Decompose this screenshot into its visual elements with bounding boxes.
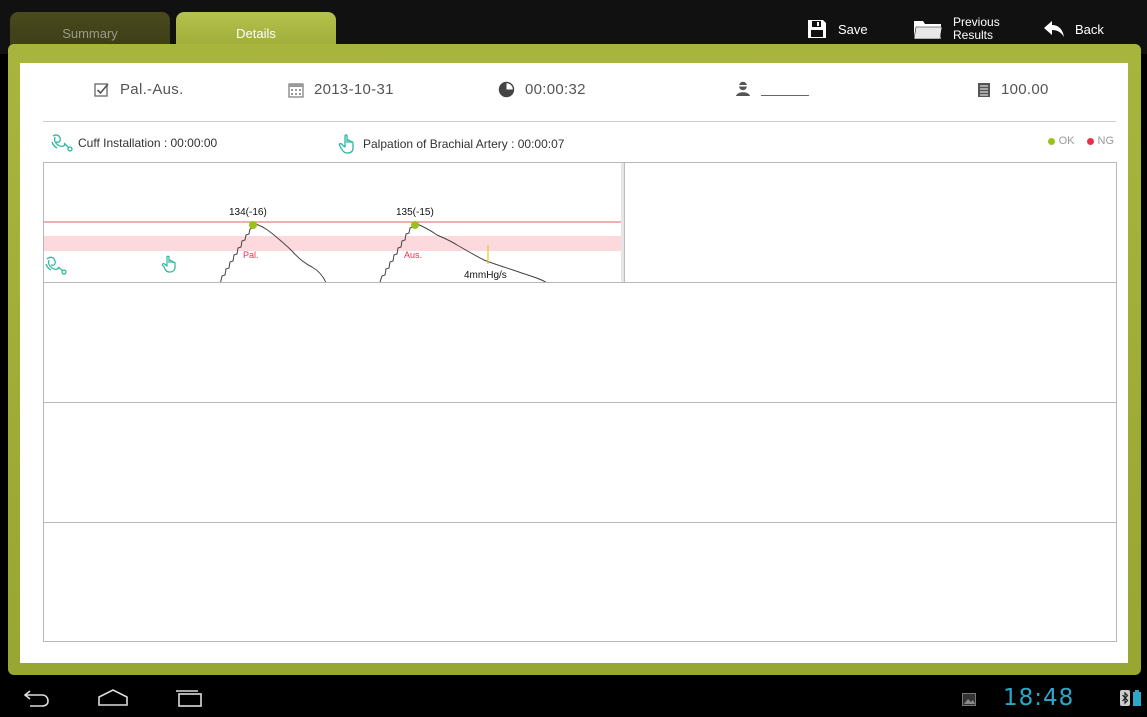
- date-item: 2013-10-31: [288, 81, 394, 98]
- document-icon: [978, 82, 990, 97]
- clock-icon: [498, 81, 515, 98]
- pal-marker-label: Pal.: [243, 250, 259, 260]
- calendar-icon: [288, 82, 304, 98]
- marker-point-2: [411, 221, 419, 229]
- previous-results-label: Previous Results: [953, 16, 1015, 42]
- home-nav-icon[interactable]: [97, 688, 129, 708]
- palpation-status: Palpation of Brachial Artery : 00:00:07: [337, 133, 564, 155]
- examiner-value: [761, 94, 809, 96]
- score-item: 100.00: [977, 81, 1049, 98]
- back-button[interactable]: Back: [1043, 12, 1104, 46]
- row-divider: [44, 522, 1116, 523]
- recent-apps-nav-icon[interactable]: [173, 688, 205, 708]
- previous-results-button[interactable]: Previous Results: [913, 12, 1015, 46]
- score-value: 100.00: [1001, 81, 1049, 98]
- back-nav-icon[interactable]: [22, 688, 52, 708]
- target-band: [44, 236, 622, 251]
- rate-label: 4mmHg/s: [464, 270, 507, 281]
- back-label: Back: [1075, 21, 1104, 37]
- legend-ng: NG: [1097, 135, 1115, 147]
- folder-icon: [913, 21, 943, 40]
- legend-ok: OK: [1058, 135, 1075, 147]
- cuff-installation-text: Cuff Installation : 00:00:00: [78, 136, 218, 150]
- save-label: Save: [838, 21, 868, 37]
- save-button[interactable]: Save: [806, 12, 868, 46]
- elapsed-time-value: 00:00:32: [525, 81, 586, 98]
- previous-label-line1: Previous: [953, 15, 1000, 29]
- pressure-chart: 134(-16) 135(-15) Pal. Aus. 4mmHg/s: [44, 163, 622, 283]
- system-nav-bar: 18:48: [0, 680, 1147, 717]
- palpation-text: Palpation of Brachial Artery : 00:00:07: [363, 137, 565, 151]
- details-panel: Pal.-Aus. 2013-10-31 00:00:32 100.00 Cuf…: [20, 63, 1128, 663]
- annotation-label-2: 135(-15): [396, 207, 434, 218]
- marker-point-1: [249, 221, 257, 229]
- previous-label-line2: Results: [953, 28, 994, 42]
- chart-cuff-icon: [45, 256, 67, 275]
- waveform-grid: 134(-16) 135(-15) Pal. Aus. 4mmHg/s: [43, 162, 1117, 642]
- mode-item[interactable]: Pal.-Aus.: [94, 81, 184, 98]
- chart-hand-icon: [161, 255, 176, 273]
- ng-dot: [1086, 137, 1094, 145]
- checkbox-icon[interactable]: [94, 82, 110, 98]
- elapsed-time-item: 00:00:32: [498, 81, 586, 98]
- date-value: 2013-10-31: [314, 81, 394, 98]
- save-icon: [808, 20, 826, 38]
- waveform-1: [219, 222, 327, 283]
- legend: OK NG: [1047, 135, 1115, 147]
- chart-separator-line: [624, 163, 625, 283]
- battery-icon: [1133, 690, 1141, 706]
- row-divider: [44, 402, 1116, 403]
- pressure-chart-svg: 134(-16) 135(-15) Pal. Aus. 4mmHg/s: [44, 207, 622, 283]
- cuff-icon: [51, 134, 73, 152]
- status-row: Cuff Installation : 00:00:00 Palpation o…: [20, 122, 1128, 162]
- ok-dot: [1047, 137, 1055, 145]
- mode-label: Pal.-Aus.: [120, 81, 184, 98]
- person-icon: [736, 81, 750, 96]
- examiner-item: [735, 81, 809, 97]
- back-arrow-icon: [1044, 21, 1064, 37]
- aus-marker-label: Aus.: [404, 250, 422, 260]
- system-clock: 18:48: [1003, 685, 1075, 711]
- hand-icon: [338, 134, 354, 154]
- row-divider: [44, 282, 1116, 283]
- gallery-notification-icon: [962, 693, 976, 706]
- cuff-installation-status: Cuff Installation : 00:00:00: [50, 133, 217, 153]
- annotation-label-1: 134(-16): [229, 207, 267, 218]
- info-row: Pal.-Aus. 2013-10-31 00:00:32 100.00: [20, 63, 1128, 121]
- bluetooth-icon: [1120, 690, 1130, 706]
